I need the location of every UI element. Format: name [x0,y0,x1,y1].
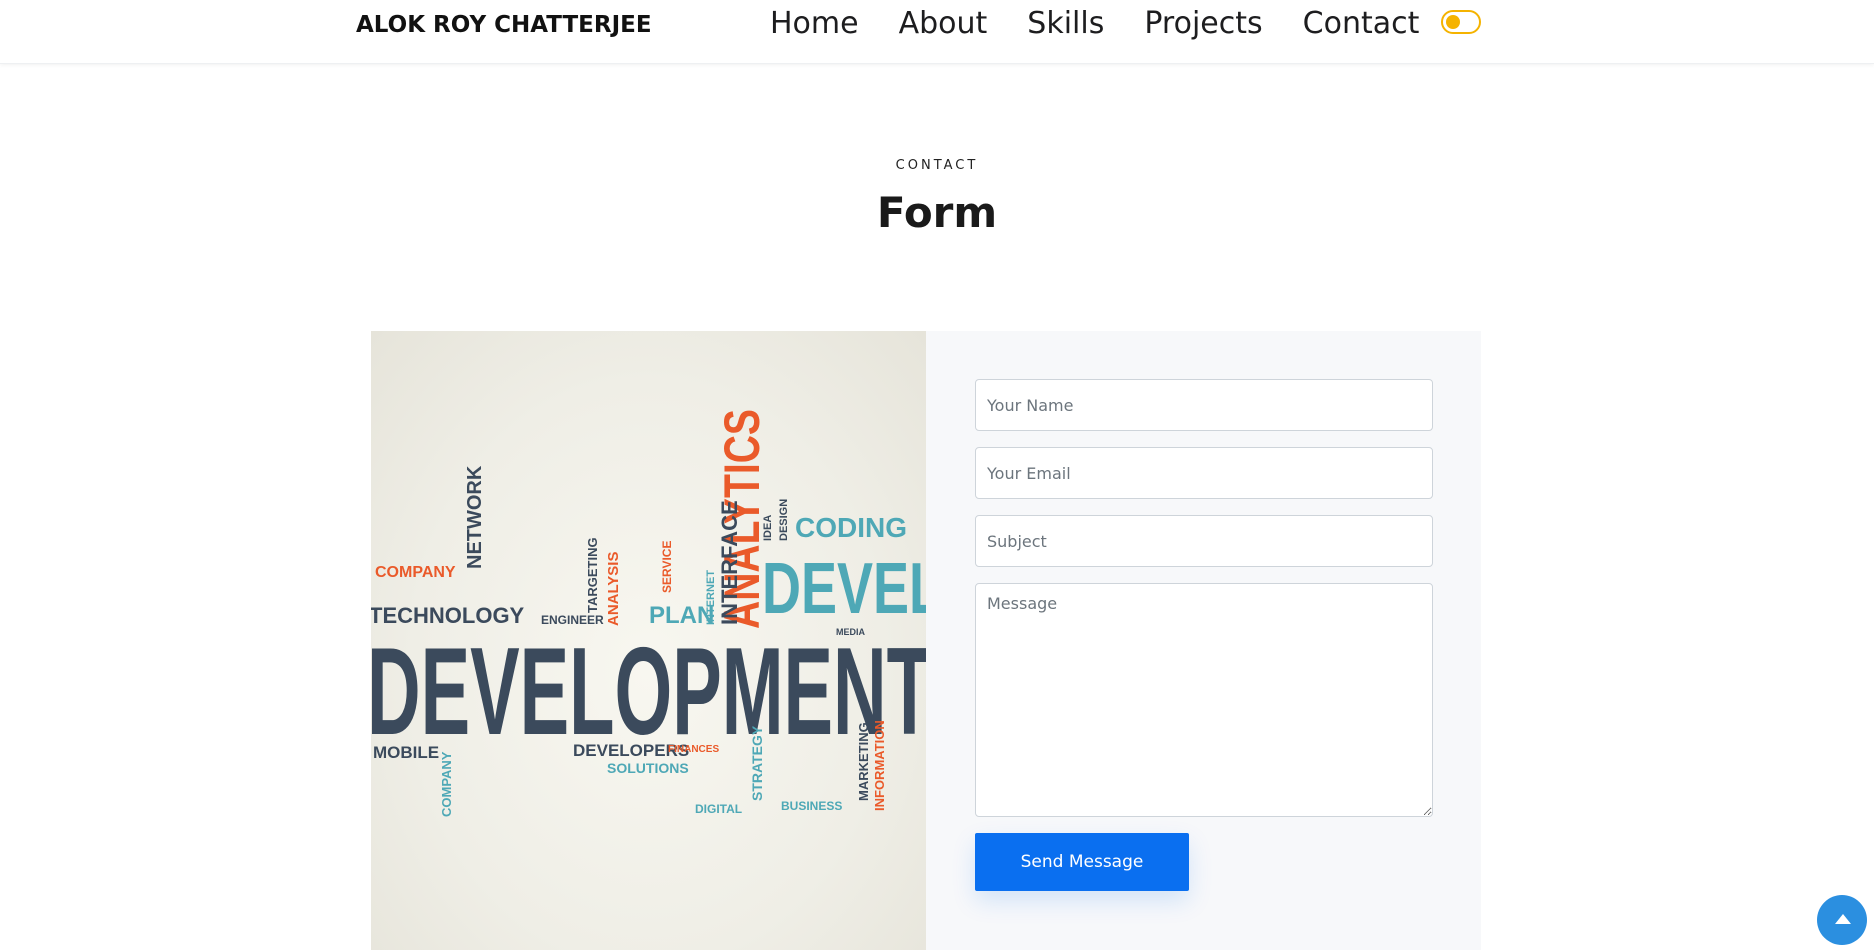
email-input[interactable] [975,447,1433,499]
send-message-button[interactable]: Send Message [975,833,1189,891]
nav-about[interactable]: About [899,4,988,44]
word-analysis: ANALYSIS [605,552,622,626]
brand-logo[interactable]: ALOK ROY CHATTERJEE [356,12,652,38]
word-engineer: ENGINEER [541,613,604,627]
back-to-top-button[interactable] [1817,895,1867,945]
development-word-cloud-image: DEVELOPMENT ANALYTICS CODING DEVEL TECHN… [371,331,926,950]
section-title: Form [876,188,998,237]
word-marketing: MARKETING [856,722,871,801]
word-network: NETWORK [464,465,486,569]
word-business: BUSINESS [781,799,842,813]
word-design: DESIGN [778,499,790,541]
word-strategy: STRATEGY [749,725,765,801]
word-mobile: MOBILE [373,743,439,762]
word-technology: TECHNOLOGY [371,603,525,628]
word-media: MEDIA [836,627,866,637]
word-interface: INTERFACE [717,500,742,625]
nav-contact[interactable]: Contact [1303,4,1420,44]
message-textarea[interactable] [975,583,1433,817]
word-targeting: TARGETING [585,537,600,613]
contact-card: DEVELOPMENT ANALYTICS CODING DEVEL TECHN… [371,331,1481,950]
navbar: ALOK ROY CHATTERJEE Home About Skills Pr… [0,0,1874,64]
nav-projects[interactable]: Projects [1144,4,1262,44]
word-service: SERVICE [660,541,674,593]
nav-skills[interactable]: Skills [1027,4,1104,44]
theme-toggle-icon[interactable] [1441,10,1481,34]
word-coding: CODING [795,512,907,543]
word-digital: DIGITAL [695,802,742,816]
word-cloud-svg: DEVELOPMENT ANALYTICS CODING DEVEL TECHN… [371,409,926,817]
word-idea: IDEA [762,515,774,541]
word-finances: FINANCES [668,744,719,755]
toggle-knob [1446,15,1460,29]
main-nav: Home About Skills Projects Contact [770,4,1419,44]
subject-input[interactable] [975,515,1433,567]
word-devel: DEVEL [762,549,926,629]
section-kicker: CONTACT [895,158,979,173]
contact-form: Send Message [926,331,1481,950]
word-company-2: COMPANY [439,751,454,817]
word-solutions: SOLUTIONS [607,760,689,776]
word-internet: INTERNET [705,570,717,625]
nav-home[interactable]: Home [770,4,859,44]
name-input[interactable] [975,379,1433,431]
word-company: COMPANY [375,564,456,581]
word-information: INFORMATION [872,720,887,811]
arrow-up-icon [1835,914,1851,924]
